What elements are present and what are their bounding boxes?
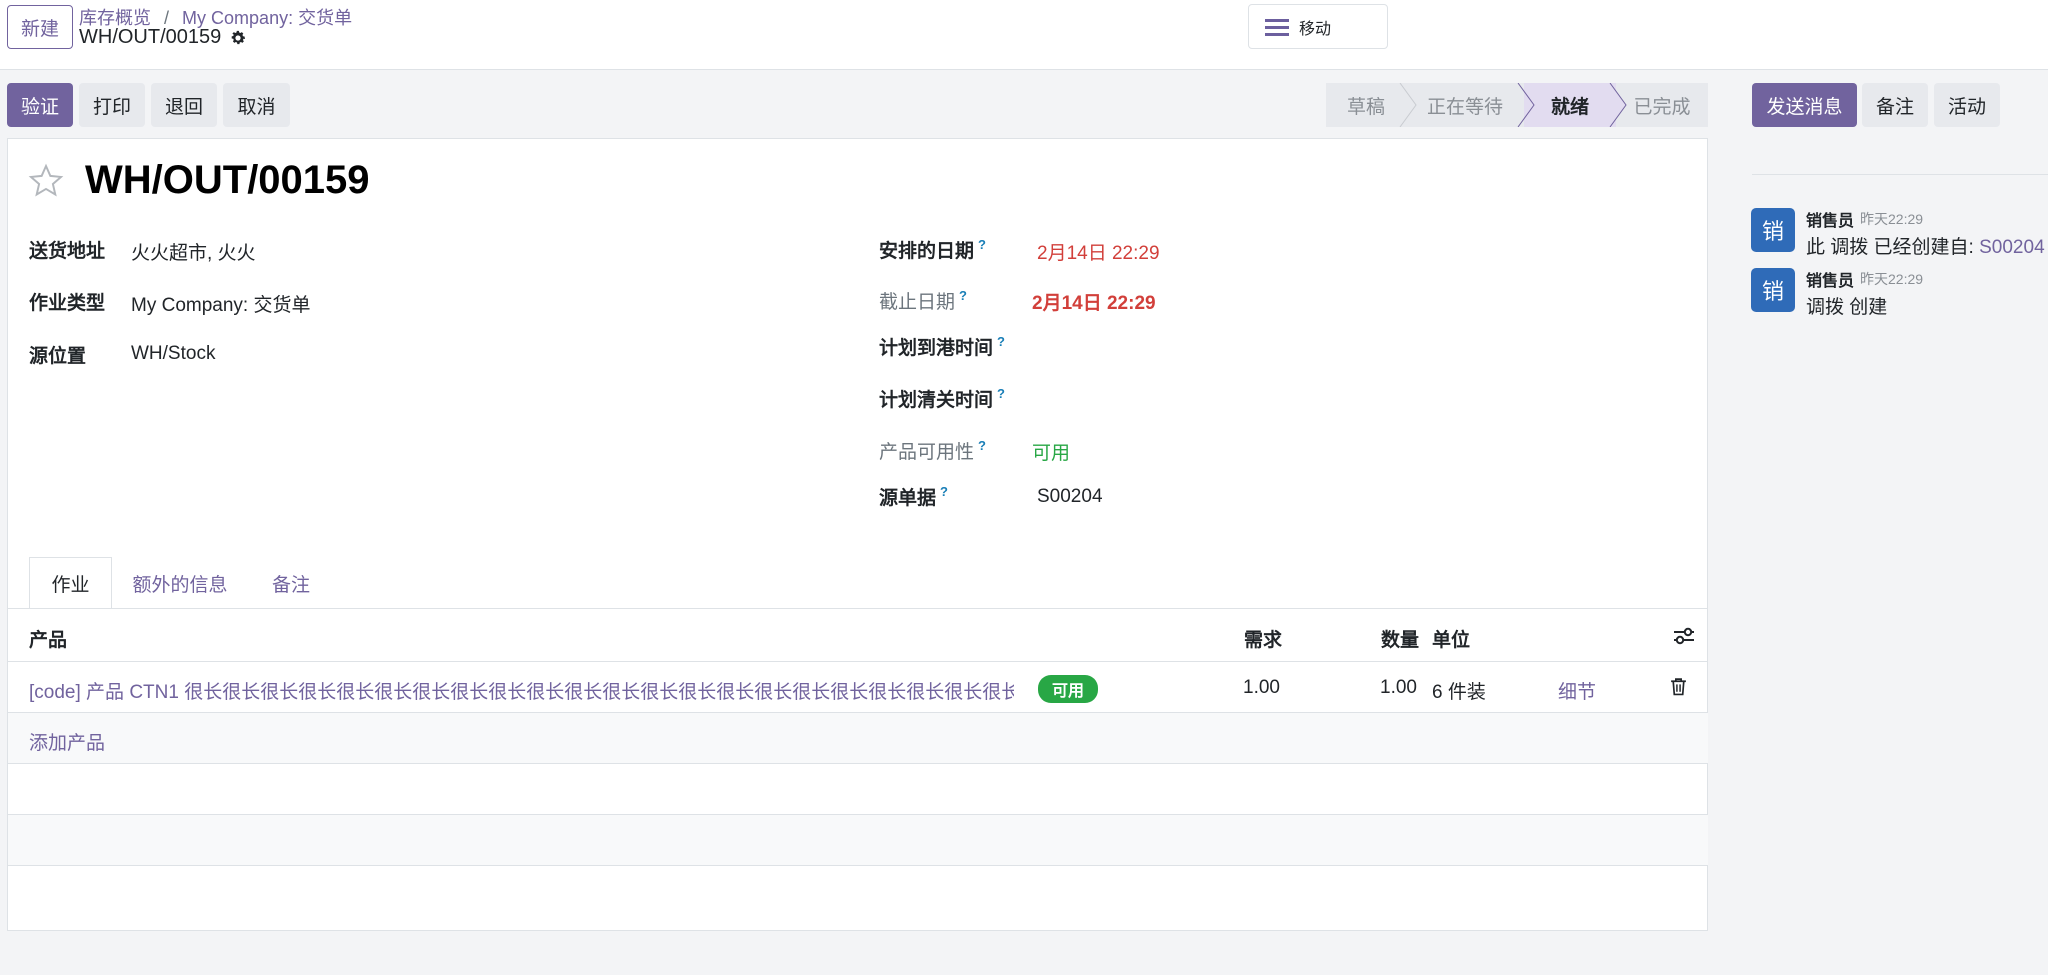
operation-type-value[interactable]: My Company: 交货单 xyxy=(131,290,310,317)
column-header-unit[interactable]: 单位 xyxy=(1432,625,1470,652)
author-avatar[interactable]: 销 xyxy=(1751,268,1795,312)
deadline-value: 2月14日 22:29 xyxy=(1032,293,1156,314)
delivery-address-value[interactable]: 火火超市, 火火 xyxy=(131,238,256,265)
gear-icon[interactable] xyxy=(229,29,247,47)
eta-label: 计划到港时间? xyxy=(879,334,1005,359)
source-document-label: 源单据? xyxy=(879,484,948,509)
help-icon[interactable]: ? xyxy=(997,386,1005,401)
move-menu-label: 移动 xyxy=(1299,20,1332,38)
tab-operations[interactable]: 作业 xyxy=(29,557,112,609)
row-divider xyxy=(8,763,1708,764)
tab-note[interactable]: 备注 xyxy=(254,557,328,609)
move-menu-button[interactable]: 移动 xyxy=(1248,4,1388,49)
source-location-value[interactable]: WH/Stock xyxy=(131,343,215,365)
validate-button[interactable]: 验证 xyxy=(7,83,73,127)
stage-arrow xyxy=(1517,83,1535,127)
message-author[interactable]: 销售员 xyxy=(1806,267,1854,291)
stage-draft[interactable]: 草稿 xyxy=(1326,83,1406,127)
scheduled-date-value[interactable]: 2月14日 22:29 xyxy=(1037,238,1160,265)
stage-waiting[interactable]: 正在等待 xyxy=(1406,83,1524,127)
row-divider xyxy=(8,661,1708,662)
new-button[interactable]: 新建 xyxy=(7,5,73,49)
return-button[interactable]: 退回 xyxy=(151,83,217,127)
column-settings-icon[interactable] xyxy=(1673,626,1695,652)
row-quantity[interactable]: 1.00 xyxy=(1380,677,1417,699)
record-name: WH/OUT/00159 xyxy=(79,26,222,48)
log-note-button[interactable]: 备注 xyxy=(1862,83,1928,127)
hamburger-icon xyxy=(1265,17,1289,37)
row-demand[interactable]: 1.00 xyxy=(1243,677,1280,699)
operation-type-label: 作业类型 xyxy=(29,293,106,314)
add-product-link[interactable]: 添加产品 xyxy=(29,728,105,755)
stage-arrow xyxy=(1608,83,1627,127)
deadline-label: 截止日期? xyxy=(879,288,967,313)
send-message-button[interactable]: 发送消息 xyxy=(1752,83,1857,127)
chatter-divider xyxy=(1752,174,2048,175)
stage-ready[interactable]: 就绪 xyxy=(1524,83,1616,127)
tab-divider xyxy=(8,608,1708,609)
stage-arrow xyxy=(1399,83,1417,127)
message-body: 此 调拨 已经创建自: S00204 xyxy=(1806,237,2045,258)
row-unit[interactable]: 6 件装 xyxy=(1432,677,1486,704)
breadcrumb-parent-link[interactable]: 库存概览 xyxy=(79,8,151,28)
record-title-bar: WH/OUT/00159 xyxy=(79,26,247,49)
row-product[interactable]: [code] 产品 CTN1 很长很长很长很长很长很长很长很长很长很长很长很长很… xyxy=(29,677,1014,704)
message-author[interactable]: 销售员 xyxy=(1806,207,1854,231)
control-panel: 新建 库存概览 / My Company: 交货单 WH/OUT/00159 移… xyxy=(0,0,2048,70)
source-document-value[interactable]: S00204 xyxy=(1037,486,1103,508)
availability-label: 产品可用性? xyxy=(879,438,986,463)
message-body: 调拨 创建 xyxy=(1806,297,1888,318)
author-avatar[interactable]: 销 xyxy=(1751,208,1795,252)
details-link[interactable]: 细节 xyxy=(1558,677,1596,704)
form-sheet xyxy=(7,138,1708,931)
message-time: 昨天22:29 xyxy=(1860,271,1924,287)
source-location-label: 源位置 xyxy=(29,346,87,367)
help-icon[interactable]: ? xyxy=(997,334,1005,349)
scheduled-date-label: 安排的日期? xyxy=(879,237,986,262)
print-button[interactable]: 打印 xyxy=(79,83,145,127)
trash-icon[interactable] xyxy=(1670,677,1687,702)
breadcrumb-current-link[interactable]: My Company: 交货单 xyxy=(182,8,352,28)
source-order-link[interactable]: S00204 xyxy=(1979,237,2045,258)
cancel-button[interactable]: 取消 xyxy=(223,83,290,127)
empty-row xyxy=(8,815,1708,865)
clearance-label: 计划清关时间? xyxy=(879,386,1005,411)
delivery-address-label: 送货地址 xyxy=(29,241,106,262)
breadcrumb-separator: / xyxy=(164,8,170,28)
help-icon[interactable]: ? xyxy=(959,288,967,303)
availability-value: 可用 xyxy=(1032,443,1071,464)
message-time: 昨天22:29 xyxy=(1860,211,1924,227)
form-title: WH/OUT/00159 xyxy=(85,158,370,202)
star-icon[interactable] xyxy=(28,163,64,205)
help-icon[interactable]: ? xyxy=(978,438,986,453)
help-icon[interactable]: ? xyxy=(978,237,986,252)
row-divider xyxy=(8,865,1708,866)
column-header-demand[interactable]: 需求 xyxy=(1244,625,1282,652)
availability-badge: 可用 xyxy=(1038,675,1098,703)
column-header-product[interactable]: 产品 xyxy=(29,625,67,652)
tab-extra-info[interactable]: 额外的信息 xyxy=(118,557,242,609)
column-header-quantity[interactable]: 数量 xyxy=(1381,625,1419,652)
stage-done[interactable]: 已完成 xyxy=(1616,83,1708,127)
help-icon[interactable]: ? xyxy=(940,484,948,499)
add-line-row xyxy=(8,713,1708,763)
activity-button[interactable]: 活动 xyxy=(1934,83,2000,127)
